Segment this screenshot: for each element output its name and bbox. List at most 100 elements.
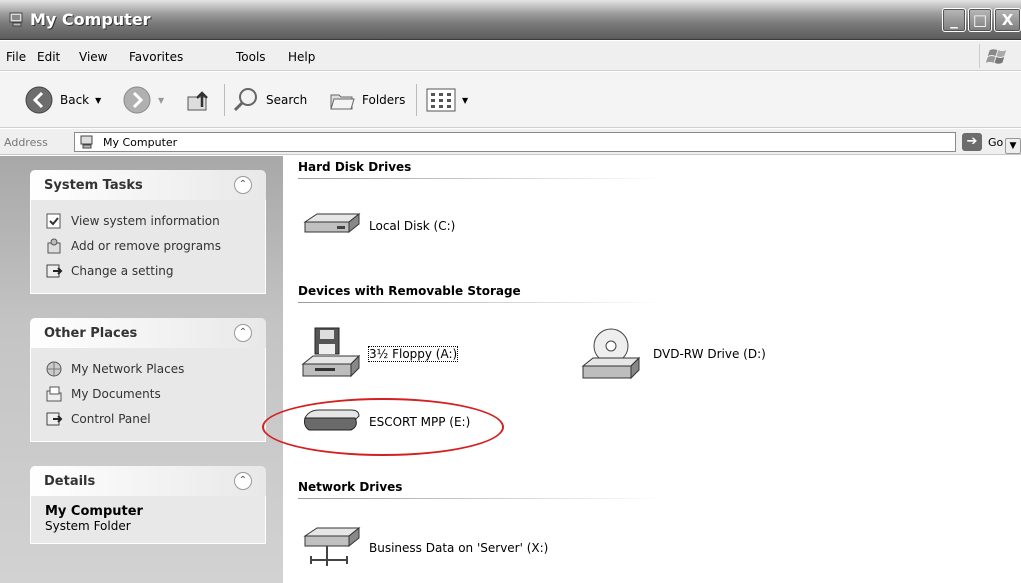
control-panel-icon <box>46 264 63 277</box>
sidebar-item-label: My Network Places <box>71 361 185 376</box>
system-tasks-body: View system information Add or remove pr… <box>30 200 266 294</box>
close-button[interactable]: X <box>994 8 1021 32</box>
menu-tools[interactable]: Tools <box>236 50 266 64</box>
drive-label: 3½ Floppy (A:) <box>367 346 459 362</box>
forward-button[interactable]: ▼ <box>122 72 164 128</box>
network-places-icon <box>46 361 62 376</box>
tasks-pane: System Tasks ⌃ View system information A… <box>0 156 283 583</box>
system-tasks-title: System Tasks <box>44 178 143 193</box>
go-arrow-icon[interactable]: ➔ <box>962 133 982 151</box>
group-header-removable: Devices with Removable Storage <box>298 284 521 298</box>
address-dropdown-icon[interactable]: ▼ <box>1005 138 1021 154</box>
back-button[interactable]: Back ▼ <box>24 72 101 128</box>
forward-arrow-icon <box>123 86 151 114</box>
change-setting-link[interactable]: Change a setting <box>45 258 251 283</box>
group-divider <box>298 498 663 499</box>
collapse-icon[interactable]: ⌃ <box>234 472 252 490</box>
address-input[interactable]: My Computer ▼ <box>74 132 1021 154</box>
forward-dropdown-icon[interactable]: ▼ <box>158 96 164 105</box>
drive-local-disk-c[interactable]: Local Disk (C:) <box>301 210 455 242</box>
sidebar-item-label: View system information <box>71 213 220 228</box>
floppy-drive-icon <box>301 327 361 378</box>
group-header-hard-disk: Hard Disk Drives <box>298 160 412 174</box>
drive-label: DVD-RW Drive (D:) <box>653 347 766 361</box>
collapse-icon[interactable]: ⌃ <box>234 324 252 342</box>
maximize-button[interactable]: □ <box>968 8 992 32</box>
view-system-information-link[interactable]: View system information <box>45 208 251 233</box>
collapse-icon[interactable]: ⌃ <box>234 176 252 194</box>
sidebar-item-label: Add or remove programs <box>71 238 221 253</box>
details-type: System Folder <box>45 519 131 533</box>
back-dropdown-icon[interactable]: ▼ <box>95 96 101 105</box>
drive-floppy-a[interactable]: 3½ Floppy (A:) <box>301 326 459 382</box>
search-icon <box>233 88 257 112</box>
other-places-title: Other Places <box>44 326 138 341</box>
my-documents-link[interactable]: My Documents <box>45 381 251 406</box>
add-remove-programs-link[interactable]: Add or remove programs <box>45 233 251 258</box>
back-label: Back <box>60 93 90 107</box>
up-folder-icon <box>187 91 208 111</box>
drive-label: Local Disk (C:) <box>369 219 456 233</box>
menu-edit[interactable]: Edit <box>37 50 60 64</box>
dvd-drive-icon <box>581 328 641 380</box>
minimize-button[interactable]: _ <box>942 8 966 32</box>
drive-label: Business Data on 'Server' (X:) <box>369 541 549 555</box>
highlight-ellipse <box>262 398 504 456</box>
minimize-icon: _ <box>950 11 958 29</box>
sidebar-item-label: Control Panel <box>71 411 151 426</box>
folders-icon <box>330 94 355 110</box>
toolbar-separator <box>224 84 225 116</box>
search-label: Search <box>266 93 308 107</box>
views-dropdown-icon[interactable]: ▼ <box>462 96 468 105</box>
address-bar: Address My Computer ▼ ➔ Go <box>0 129 1021 155</box>
views-icon <box>426 88 456 112</box>
menu-bar: File Edit View Favorites Tools Help <box>0 41 1021 71</box>
close-icon: X <box>1001 11 1014 29</box>
my-computer-icon <box>9 12 23 27</box>
toolbar: Back ▼ ▼ Search Folders ▼ <box>0 72 1021 128</box>
address-label: Address <box>4 136 48 149</box>
group-header-network: Network Drives <box>298 480 403 494</box>
toolbar-separator <box>416 84 417 116</box>
menu-view[interactable]: View <box>79 50 107 64</box>
up-button[interactable] <box>184 72 214 128</box>
system-info-icon <box>46 213 61 228</box>
file-list: Hard Disk Drives Local Disk (C:) Devices… <box>283 156 1021 583</box>
window-title: My Computer <box>30 10 151 29</box>
my-documents-icon <box>46 386 62 401</box>
other-places-body: My Network Places My Documents Control P… <box>30 348 266 442</box>
details-header[interactable]: Details ⌃ <box>30 466 266 496</box>
windows-logo-icon <box>979 44 1007 68</box>
details-title: Details <box>44 474 96 489</box>
back-arrow-icon <box>25 86 53 114</box>
views-button[interactable]: ▼ <box>426 72 468 128</box>
folders-label: Folders <box>362 93 406 107</box>
drive-dvd-rw-d[interactable]: DVD-RW Drive (D:) <box>581 326 766 382</box>
title-bar: My Computer _ □ X <box>0 0 1021 40</box>
other-places-header[interactable]: Other Places ⌃ <box>30 318 266 348</box>
group-divider <box>298 178 663 179</box>
control-panel-icon <box>46 412 63 425</box>
details-name: My Computer <box>45 504 143 519</box>
go-label[interactable]: Go <box>988 136 1003 149</box>
control-panel-link[interactable]: Control Panel <box>45 406 251 431</box>
add-remove-programs-icon <box>47 238 61 253</box>
menu-favorites[interactable]: Favorites <box>129 50 183 64</box>
menu-help[interactable]: Help <box>288 50 315 64</box>
group-divider <box>298 302 663 303</box>
maximize-icon: □ <box>972 11 988 29</box>
hard-disk-icon <box>303 212 361 234</box>
sidebar-item-label: My Documents <box>71 386 161 401</box>
system-tasks-header[interactable]: System Tasks ⌃ <box>30 170 266 200</box>
my-network-places-link[interactable]: My Network Places <box>45 356 251 381</box>
other-places-panel: Other Places ⌃ My Network Places My Docu… <box>30 318 266 442</box>
drive-business-data-x[interactable]: Business Data on 'Server' (X:) <box>301 524 548 572</box>
search-button[interactable]: Search <box>232 72 307 128</box>
network-drive-icon <box>303 526 361 566</box>
my-computer-icon <box>80 135 93 149</box>
folders-button[interactable]: Folders <box>328 72 405 128</box>
sidebar-item-label: Change a setting <box>71 263 174 278</box>
details-panel: Details ⌃ My Computer System Folder <box>30 466 266 544</box>
menu-file[interactable]: File <box>6 50 26 64</box>
system-tasks-panel: System Tasks ⌃ View system information A… <box>30 170 266 294</box>
